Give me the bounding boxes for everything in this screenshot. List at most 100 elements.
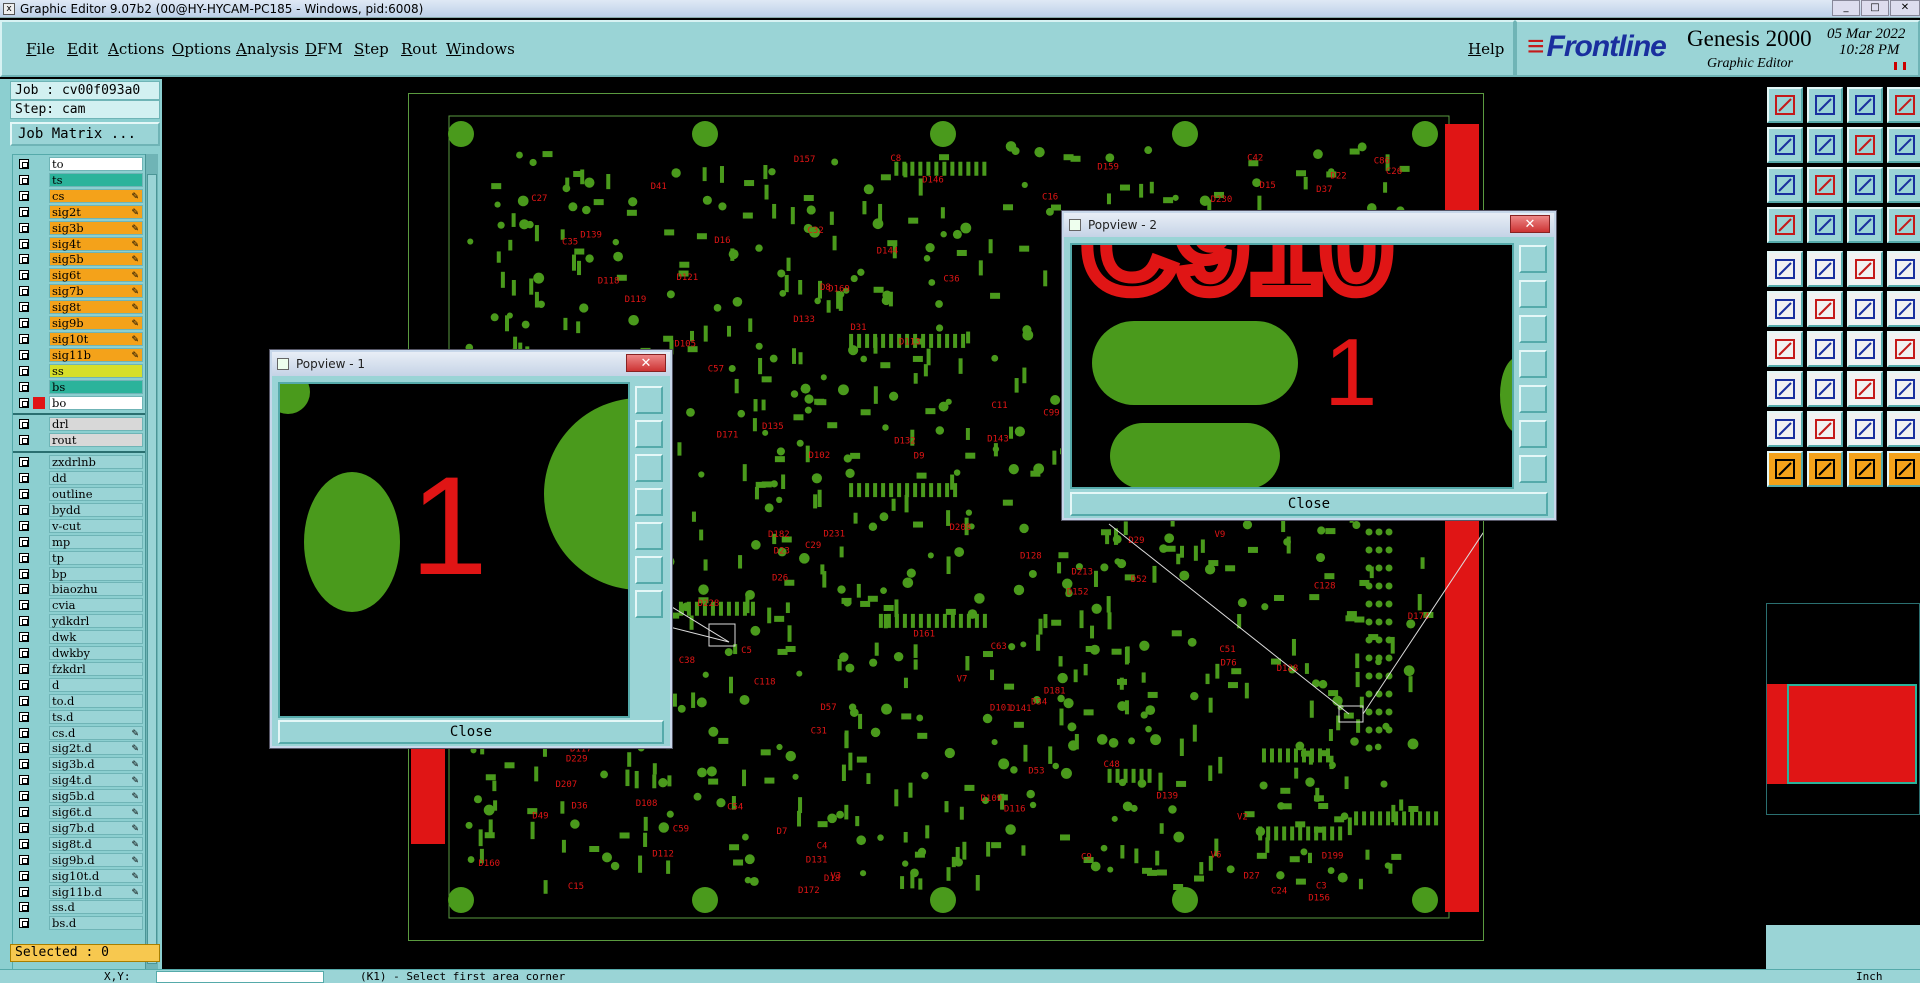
layer-row[interactable]: sig11b ✎	[13, 347, 149, 362]
layer-row[interactable]: d	[13, 677, 149, 692]
layer-row[interactable]: fzkdrl	[13, 661, 149, 676]
layer-name[interactable]: bo	[49, 395, 143, 410]
arc-icon[interactable]	[1767, 331, 1803, 367]
layer-checkbox[interactable]	[19, 791, 29, 802]
layer-row[interactable]: sig8t ✎	[13, 300, 149, 315]
layer-name[interactable]: sig6t.d	[49, 805, 143, 819]
layer-name[interactable]: ts	[49, 172, 143, 187]
route-icon[interactable]	[1847, 291, 1883, 327]
layer-checkbox[interactable]	[19, 568, 29, 579]
layer-checkbox[interactable]	[19, 238, 29, 249]
layer-checkbox[interactable]	[19, 349, 29, 360]
layer-checkbox[interactable]	[19, 663, 29, 674]
net-icon[interactable]	[1887, 207, 1920, 243]
layer-checkbox[interactable]	[19, 365, 29, 376]
layer-name[interactable]: tp	[49, 550, 143, 565]
menu-dfm[interactable]: DFM	[305, 40, 343, 58]
layer-row[interactable]: bp	[13, 566, 149, 581]
layer-row[interactable]: ss	[13, 363, 149, 378]
layer-name[interactable]: to	[49, 157, 143, 171]
layer-checkbox[interactable]	[19, 381, 29, 392]
pan-left-icon[interactable]	[1767, 127, 1803, 163]
layer-name[interactable]: cs.d	[49, 725, 143, 740]
menu-rout[interactable]: Rout	[401, 40, 437, 58]
layer-name[interactable]: drl	[49, 417, 143, 432]
menu-analysis[interactable]: Analysis	[236, 40, 299, 58]
menu-windows[interactable]: Windows	[446, 40, 515, 58]
layer-checkbox[interactable]	[19, 270, 29, 281]
layer-name[interactable]: sig3b.d	[49, 757, 143, 772]
layer-row[interactable]: cvia	[13, 598, 149, 613]
layer-row[interactable]: ss.d	[13, 900, 149, 915]
layer-checkbox[interactable]	[19, 254, 29, 265]
zoom-in-icon[interactable]	[1519, 420, 1547, 448]
layer-checkbox[interactable]	[19, 536, 29, 547]
layer-name[interactable]: rout	[49, 433, 143, 448]
layer-name[interactable]: biaozhu	[49, 582, 143, 597]
layer-row[interactable]: sig11b.d ✎	[13, 884, 149, 899]
add-pad-icon[interactable]	[1767, 251, 1803, 287]
ruler-icon[interactable]	[1847, 251, 1883, 287]
layer-name[interactable]: sig8t.d	[49, 836, 143, 851]
pan-up-icon[interactable]	[635, 420, 663, 448]
layer-name[interactable]: outline	[49, 487, 143, 501]
layer-row[interactable]: sig2t.d ✎	[13, 741, 149, 756]
layer-checkbox[interactable]	[19, 775, 29, 786]
layer-row[interactable]: dwk	[13, 630, 149, 645]
overview-viewport-box[interactable]	[1787, 684, 1917, 784]
layer-row[interactable]: dd	[13, 471, 149, 486]
layer-name[interactable]: fzkdrl	[49, 661, 143, 676]
layer-checkbox[interactable]	[19, 807, 29, 817]
layer-name[interactable]: dwkby	[49, 646, 143, 660]
layer-checkbox[interactable]	[19, 333, 29, 344]
align-icon[interactable]	[1847, 371, 1883, 407]
pan-left-icon[interactable]	[1519, 350, 1547, 378]
layer-row[interactable]: ts.d	[13, 709, 149, 724]
menu-options[interactable]: Options	[172, 40, 231, 58]
pan-right-icon[interactable]	[1807, 127, 1843, 163]
select-net-icon[interactable]	[1887, 451, 1920, 487]
layer-list-scrollbar[interactable]	[145, 154, 158, 983]
pan-down-icon[interactable]	[635, 454, 663, 482]
ratio-icon[interactable]	[1847, 167, 1883, 203]
layer-name[interactable]: sig7b.d	[49, 820, 143, 835]
layer-row[interactable]: drl	[13, 417, 149, 432]
popview-2-viewport[interactable]: C910 1	[1070, 243, 1514, 489]
triangle-icon[interactable]	[1767, 411, 1803, 447]
unit-label[interactable]: Inch	[1856, 970, 1883, 983]
layer-checkbox[interactable]	[19, 584, 29, 595]
layer-row[interactable]: sig4t.d ✎	[13, 773, 149, 788]
layer-row[interactable]: sig6t ✎	[13, 268, 149, 283]
layer-name[interactable]: sig11b.d	[49, 884, 143, 899]
layer-row[interactable]: bs	[13, 379, 149, 394]
layer-name[interactable]: ts.d	[49, 709, 143, 724]
fit-icon[interactable]	[1767, 167, 1803, 203]
text-icon[interactable]	[1887, 331, 1920, 367]
layer-name[interactable]: v-cut	[49, 518, 143, 533]
layer-name[interactable]: sig6t	[49, 268, 143, 283]
layer-row[interactable]: sig9b ✎	[13, 316, 149, 330]
trim-icon[interactable]	[1807, 371, 1843, 407]
layer-name[interactable]: cvia	[49, 598, 143, 613]
zoom-home-icon[interactable]	[1767, 87, 1803, 123]
layer-name[interactable]: bs	[49, 379, 143, 394]
pan-up-icon[interactable]	[1519, 280, 1547, 308]
layer-checkbox[interactable]	[19, 520, 29, 531]
select-remove-icon[interactable]	[1847, 451, 1883, 487]
popview-1-viewport[interactable]: 1	[278, 382, 630, 718]
add-feature-icon[interactable]	[1767, 371, 1803, 407]
layer-checkbox[interactable]	[19, 711, 29, 722]
layer-name[interactable]: d	[49, 677, 143, 692]
edit-line-icon[interactable]	[1807, 331, 1843, 367]
layer-checkbox[interactable]	[19, 397, 29, 408]
layer-checkbox[interactable]	[19, 190, 29, 201]
menu-step[interactable]: Step	[354, 40, 389, 58]
layer-name[interactable]: dwk	[49, 630, 143, 645]
layer-row[interactable]: sig7b ✎	[13, 284, 149, 299]
minimize-icon[interactable]: _	[1832, 0, 1860, 16]
layer-row[interactable]: to	[13, 157, 149, 171]
layer-row[interactable]: mp	[13, 534, 149, 549]
layer-checkbox[interactable]	[19, 174, 29, 185]
layer-row[interactable]: bo	[13, 395, 149, 410]
shape-icon[interactable]	[1887, 371, 1920, 407]
